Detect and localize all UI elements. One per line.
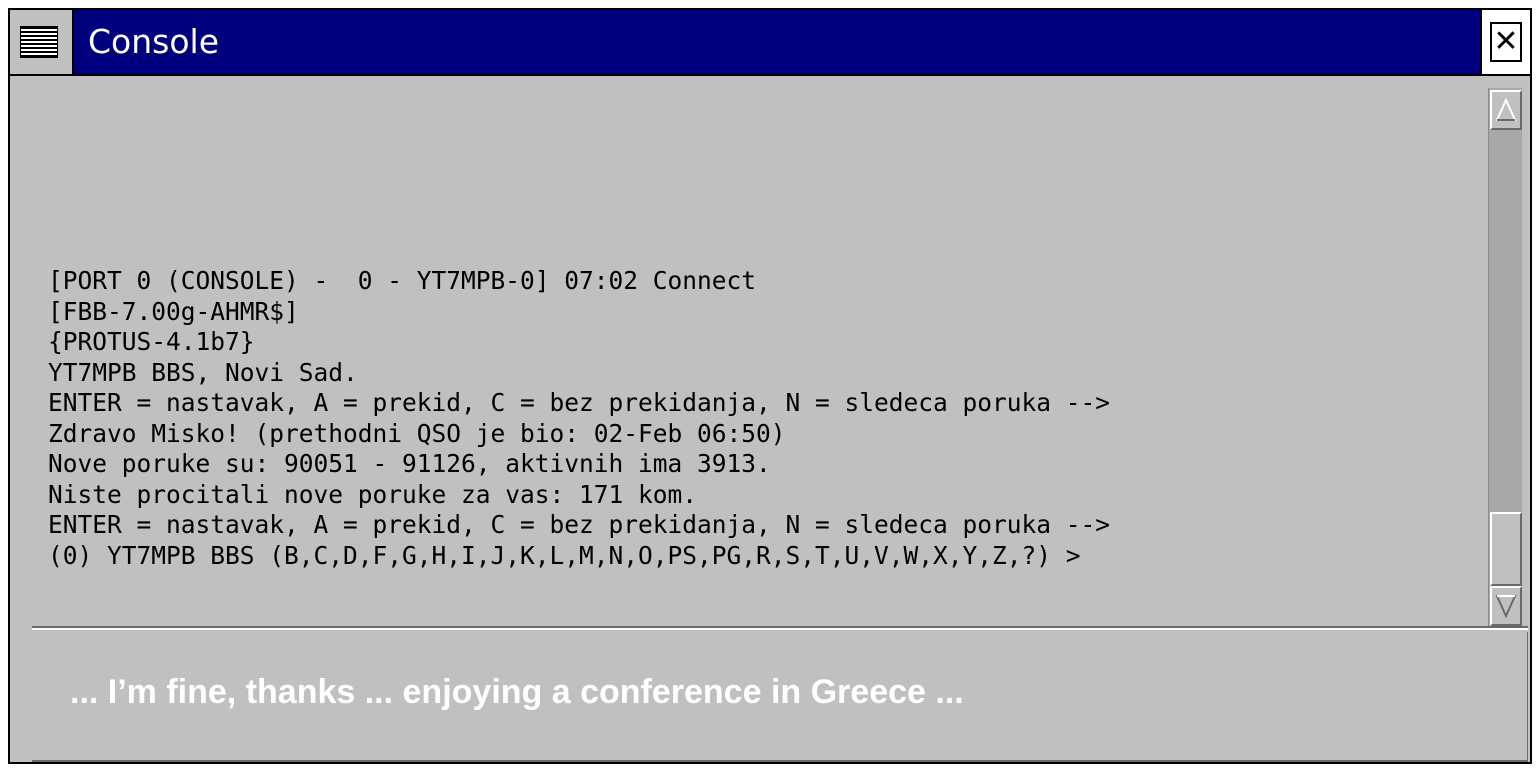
scroll-up-button[interactable] [1490,90,1522,130]
command-input[interactable]: ... I’m fine, thanks ... enjoying a conf… [32,632,1528,762]
close-icon: ✕ [1490,22,1522,62]
console-line: [FBB-7.00g-AHMR$] [48,296,299,326]
console-line: ENTER = nastavak, A = prekid, C = bez pr… [48,510,1111,539]
console-line: [PORT 0 (CONSOLE) - 0 - YT7MPB-0] 07:02 … [48,266,757,295]
console-line: (0) YT7MPB BBS (B,C,D,F,G,H,I,J,K,L,M,N,… [48,540,1081,570]
window-menu-icon [20,26,58,58]
console-line: Nove poruke su: 90051 - 91126, aktivnih … [48,449,771,478]
scroll-down-arrow-icon [1495,595,1517,619]
window-menu-button[interactable] [10,10,74,74]
pane-divider [32,626,1528,630]
scroll-thumb[interactable] [1490,512,1522,586]
close-button[interactable]: ✕ [1480,10,1530,74]
console-line: Niste procitali nove poruke za vas: 171 … [48,479,698,509]
console-text: [PORT 0 (CONSOLE) - 0 - YT7MPB-0] 07:02 … [48,266,1488,571]
console-window: Console ✕ [PORT 0 (CONSOLE) - 0 - YT7MPB… [8,8,1532,764]
scrollbar[interactable] [1488,88,1522,628]
console-line: YT7MPB BBS, Novi Sad. [48,357,358,387]
command-input-text: ... I’m fine, thanks ... enjoying a conf… [70,673,964,711]
window-title: Console [88,22,220,61]
console-output[interactable]: [PORT 0 (CONSOLE) - 0 - YT7MPB-0] 07:02 … [26,84,1522,630]
scroll-up-arrow-icon [1495,97,1517,121]
scroll-down-button[interactable] [1490,586,1522,626]
console-line: Zdravo Misko! (prethodni QSO je bio: 02-… [48,418,786,448]
title-bar[interactable]: Console ✕ [10,10,1530,76]
console-line: {PROTUS-4.1b7} [48,327,255,356]
console-line: ENTER = nastavak, A = prekid, C = bez pr… [48,388,1111,417]
